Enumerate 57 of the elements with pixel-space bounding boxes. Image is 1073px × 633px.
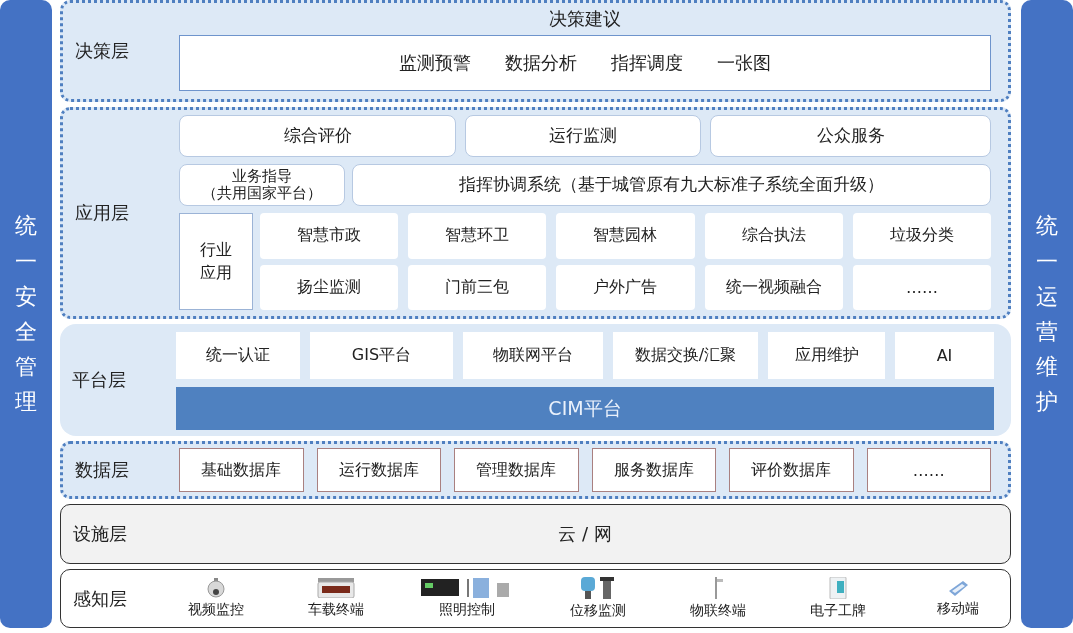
module-label: 数据分析 (505, 51, 577, 75)
device-label: 电子工牌 (810, 602, 866, 620)
database-box: 基础数据库 (179, 448, 304, 492)
module-box: 指挥协调系统（基于城管原有九大标准子系统全面升级） (352, 164, 991, 206)
side-bar-title: 统一安全管理 (15, 212, 37, 417)
layer-label: 决策层 (74, 39, 130, 63)
database-box: …… (866, 448, 991, 492)
module-box: 扬尘监测 (260, 264, 399, 310)
module-box: 垃圾分类 (852, 213, 991, 259)
database-box: 管理数据库 (454, 448, 579, 492)
database-box: 服务数据库 (591, 448, 716, 492)
device-icon (580, 577, 616, 599)
layer-label: 感知层 (72, 586, 128, 611)
module-box: 公众服务 (710, 115, 991, 157)
device-label: 车载终端 (308, 601, 364, 619)
module-box: 户外广告 (556, 264, 695, 310)
device-icon (316, 578, 356, 598)
device-label: 位移监测 (570, 602, 626, 620)
module-note: （共用国家平台） (202, 185, 322, 203)
layer-content: 云 / 网 (557, 522, 613, 546)
module-box: GIS平台 (310, 332, 453, 379)
module-box: 行业应用 (179, 213, 253, 310)
layer-label: 数据层 (74, 458, 130, 482)
side-bar-title: 统一运营维护 (1036, 212, 1058, 417)
device-label: 照明控制 (439, 601, 495, 619)
camera-icon (206, 578, 226, 598)
platform-bar: CIM平台 (176, 387, 994, 430)
module-box: 统一视频融合 (704, 264, 843, 310)
module-box: 综合评价 (179, 115, 456, 157)
layer-label: 平台层 (71, 368, 127, 392)
module-box: 数据交换/汇聚 (613, 332, 758, 379)
device-label: 物联终端 (690, 602, 746, 620)
module-label: 指挥调度 (611, 51, 683, 75)
database-box: 运行数据库 (316, 448, 441, 492)
module-box: 智慧园林 (556, 213, 695, 259)
device-label: 视频监控 (188, 601, 244, 619)
module-label: 监测预警 (399, 51, 471, 75)
module-box: 门前三包 (408, 264, 547, 310)
module-box: 运行监测 (465, 115, 701, 157)
device-icon (712, 577, 724, 599)
module-box: 智慧市政 (260, 213, 399, 259)
layer-label: 应用层 (74, 201, 130, 225)
module-box: 物联网平台 (463, 332, 603, 379)
badge-icon (829, 577, 847, 599)
module-box: AI (895, 332, 994, 379)
module-box: 综合执法 (704, 213, 843, 259)
device-icon (947, 579, 969, 597)
module-box: 统一认证 (176, 332, 300, 379)
module-label: 业务指导 (232, 167, 292, 185)
layer-title: 决策建议 (548, 7, 622, 31)
layer-label: 设施层 (72, 522, 128, 546)
database-box: 评价数据库 (729, 448, 854, 492)
device-label: 移动端 (937, 600, 979, 618)
module-box: 智慧环卫 (408, 213, 547, 259)
module-box: …… (852, 264, 991, 310)
module-box: 应用维护 (768, 332, 885, 379)
module-label: 一张图 (717, 51, 771, 75)
